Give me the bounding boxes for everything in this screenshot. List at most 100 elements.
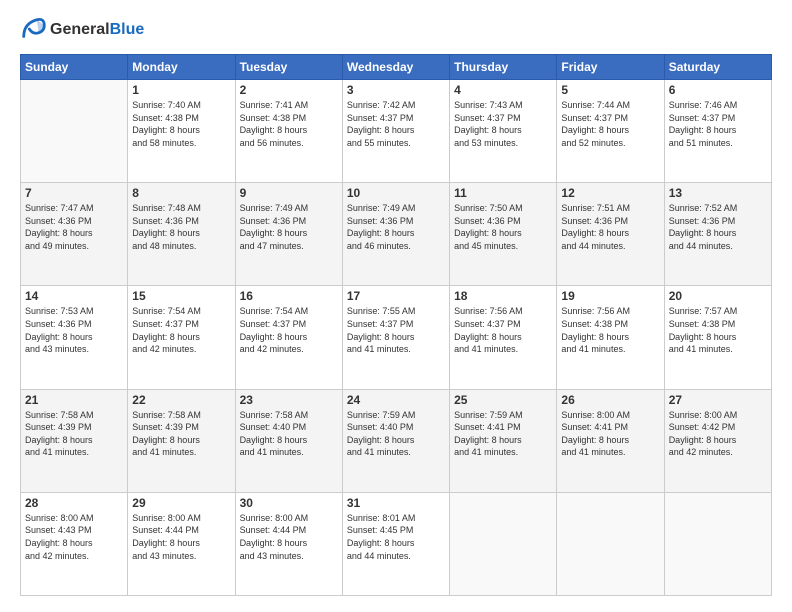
header: GeneralBlue [20, 16, 772, 44]
calendar-cell: 6 Sunrise: 7:46 AMSunset: 4:37 PMDaylight… [664, 80, 771, 183]
calendar-cell: 23 Sunrise: 7:58 AMSunset: 4:40 PMDayligh… [235, 389, 342, 492]
calendar-week-row: 1 Sunrise: 7:40 AMSunset: 4:38 PMDaylight… [21, 80, 772, 183]
col-header-tuesday: Tuesday [235, 55, 342, 80]
calendar-cell: 2 Sunrise: 7:41 AMSunset: 4:38 PMDaylight… [235, 80, 342, 183]
day-info: Sunrise: 7:51 AMSunset: 4:36 PMDaylight:… [561, 202, 659, 252]
calendar-cell [557, 492, 664, 595]
day-info: Sunrise: 7:41 AMSunset: 4:38 PMDaylight:… [240, 99, 338, 149]
day-info: Sunrise: 8:00 AMSunset: 4:43 PMDaylight:… [25, 512, 123, 562]
calendar-cell: 19Sunrise: 7:56 AMSunset: 4:38 PMDayligh… [557, 286, 664, 389]
calendar-cell: 29Sunrise: 8:00 AMSunset: 4:44 PMDayligh… [128, 492, 235, 595]
logo-text: GeneralBlue [50, 21, 144, 39]
calendar-week-row: 21 Sunrise: 7:58 AMSunset: 4:39 PMDayligh… [21, 389, 772, 492]
calendar-cell: 11 Sunrise: 7:50 AMSunset: 4:36 PMDayligh… [450, 183, 557, 286]
calendar-week-row: 28 Sunrise: 8:00 AMSunset: 4:43 PMDayligh… [21, 492, 772, 595]
day-number: 7 [25, 186, 123, 200]
day-number: 17 [347, 289, 445, 303]
calendar-cell: 25 Sunrise: 7:59 AMSunset: 4:41 PMDayligh… [450, 389, 557, 492]
day-number: 21 [25, 393, 123, 407]
day-info: Sunrise: 7:44 AMSunset: 4:37 PMDaylight:… [561, 99, 659, 149]
calendar-cell: 18Sunrise: 7:56 AMSunset: 4:37 PMDayligh… [450, 286, 557, 389]
day-info: Sunrise: 7:58 AMSunset: 4:40 PMDaylight:… [240, 409, 338, 459]
day-info: Sunrise: 7:55 AMSunset: 4:37 PMDaylight:… [347, 305, 445, 355]
calendar-cell [664, 492, 771, 595]
col-header-wednesday: Wednesday [342, 55, 449, 80]
day-info: Sunrise: 7:58 AMSunset: 4:39 PMDaylight:… [132, 409, 230, 459]
day-number: 27 [669, 393, 767, 407]
col-header-friday: Friday [557, 55, 664, 80]
day-number: 6 [669, 83, 767, 97]
day-info: Sunrise: 7:52 AMSunset: 4:36 PMDaylight:… [669, 202, 767, 252]
calendar-table: SundayMondayTuesdayWednesdayThursdayFrid… [20, 54, 772, 596]
calendar-cell: 30 Sunrise: 8:00 AMSunset: 4:44 PMDayligh… [235, 492, 342, 595]
day-info: Sunrise: 7:46 AMSunset: 4:37 PMDaylight:… [669, 99, 767, 149]
calendar-cell: 31 Sunrise: 8:01 AMSunset: 4:45 PMDayligh… [342, 492, 449, 595]
day-number: 20 [669, 289, 767, 303]
day-info: Sunrise: 7:54 AMSunset: 4:37 PMDaylight:… [132, 305, 230, 355]
day-number: 26 [561, 393, 659, 407]
day-number: 5 [561, 83, 659, 97]
day-number: 28 [25, 496, 123, 510]
day-info: Sunrise: 7:59 AMSunset: 4:41 PMDaylight:… [454, 409, 552, 459]
day-number: 10 [347, 186, 445, 200]
calendar-cell: 13 Sunrise: 7:52 AMSunset: 4:36 PMDayligh… [664, 183, 771, 286]
calendar-cell: 16Sunrise: 7:54 AMSunset: 4:37 PMDayligh… [235, 286, 342, 389]
day-info: Sunrise: 8:00 AMSunset: 4:44 PMDaylight:… [240, 512, 338, 562]
day-number: 13 [669, 186, 767, 200]
day-number: 1 [132, 83, 230, 97]
day-info: Sunrise: 7:50 AMSunset: 4:36 PMDaylight:… [454, 202, 552, 252]
day-info: Sunrise: 7:59 AMSunset: 4:40 PMDaylight:… [347, 409, 445, 459]
calendar-cell: 3Sunrise: 7:42 AMSunset: 4:37 PMDaylight… [342, 80, 449, 183]
calendar-cell [21, 80, 128, 183]
day-number: 4 [454, 83, 552, 97]
day-info: Sunrise: 8:01 AMSunset: 4:45 PMDaylight:… [347, 512, 445, 562]
calendar-cell: 22 Sunrise: 7:58 AMSunset: 4:39 PMDayligh… [128, 389, 235, 492]
calendar-week-row: 14Sunrise: 7:53 AMSunset: 4:36 PMDayligh… [21, 286, 772, 389]
calendar-cell: 1 Sunrise: 7:40 AMSunset: 4:38 PMDaylight… [128, 80, 235, 183]
day-info: Sunrise: 8:00 AMSunset: 4:44 PMDaylight:… [132, 512, 230, 562]
calendar-cell: 21 Sunrise: 7:58 AMSunset: 4:39 PMDayligh… [21, 389, 128, 492]
day-info: Sunrise: 8:00 AMSunset: 4:42 PMDaylight:… [669, 409, 767, 459]
day-number: 12 [561, 186, 659, 200]
calendar-cell: 27 Sunrise: 8:00 AMSunset: 4:42 PMDayligh… [664, 389, 771, 492]
day-number: 9 [240, 186, 338, 200]
calendar-cell: 17 Sunrise: 7:55 AMSunset: 4:37 PMDayligh… [342, 286, 449, 389]
day-number: 15 [132, 289, 230, 303]
day-info: Sunrise: 8:00 AMSunset: 4:41 PMDaylight:… [561, 409, 659, 459]
day-info: Sunrise: 7:58 AMSunset: 4:39 PMDaylight:… [25, 409, 123, 459]
day-info: Sunrise: 7:57 AMSunset: 4:38 PMDaylight:… [669, 305, 767, 355]
day-info: Sunrise: 7:47 AMSunset: 4:36 PMDaylight:… [25, 202, 123, 252]
day-info: Sunrise: 7:56 AMSunset: 4:38 PMDaylight:… [561, 305, 659, 355]
day-info: Sunrise: 7:43 AMSunset: 4:37 PMDaylight:… [454, 99, 552, 149]
day-number: 3 [347, 83, 445, 97]
day-number: 31 [347, 496, 445, 510]
calendar-cell: 15 Sunrise: 7:54 AMSunset: 4:37 PMDayligh… [128, 286, 235, 389]
col-header-saturday: Saturday [664, 55, 771, 80]
calendar-cell: 10 Sunrise: 7:49 AMSunset: 4:36 PMDayligh… [342, 183, 449, 286]
col-header-monday: Monday [128, 55, 235, 80]
col-header-thursday: Thursday [450, 55, 557, 80]
day-info: Sunrise: 7:40 AMSunset: 4:38 PMDaylight:… [132, 99, 230, 149]
calendar-week-row: 7 Sunrise: 7:47 AMSunset: 4:36 PMDaylight… [21, 183, 772, 286]
calendar-cell: 28 Sunrise: 8:00 AMSunset: 4:43 PMDayligh… [21, 492, 128, 595]
day-number: 2 [240, 83, 338, 97]
calendar-cell: 5 Sunrise: 7:44 AMSunset: 4:37 PMDaylight… [557, 80, 664, 183]
day-number: 23 [240, 393, 338, 407]
day-number: 22 [132, 393, 230, 407]
day-number: 16 [240, 289, 338, 303]
col-header-sunday: Sunday [21, 55, 128, 80]
day-number: 30 [240, 496, 338, 510]
day-number: 8 [132, 186, 230, 200]
day-number: 11 [454, 186, 552, 200]
day-info: Sunrise: 7:49 AMSunset: 4:36 PMDaylight:… [347, 202, 445, 252]
day-number: 18 [454, 289, 552, 303]
calendar-header-row: SundayMondayTuesdayWednesdayThursdayFrid… [21, 55, 772, 80]
day-info: Sunrise: 7:48 AMSunset: 4:36 PMDaylight:… [132, 202, 230, 252]
calendar-cell: 20 Sunrise: 7:57 AMSunset: 4:38 PMDayligh… [664, 286, 771, 389]
calendar-cell: 26 Sunrise: 8:00 AMSunset: 4:41 PMDayligh… [557, 389, 664, 492]
logo: GeneralBlue [20, 16, 144, 44]
day-number: 14 [25, 289, 123, 303]
logo-icon [20, 16, 48, 44]
day-number: 24 [347, 393, 445, 407]
day-number: 25 [454, 393, 552, 407]
